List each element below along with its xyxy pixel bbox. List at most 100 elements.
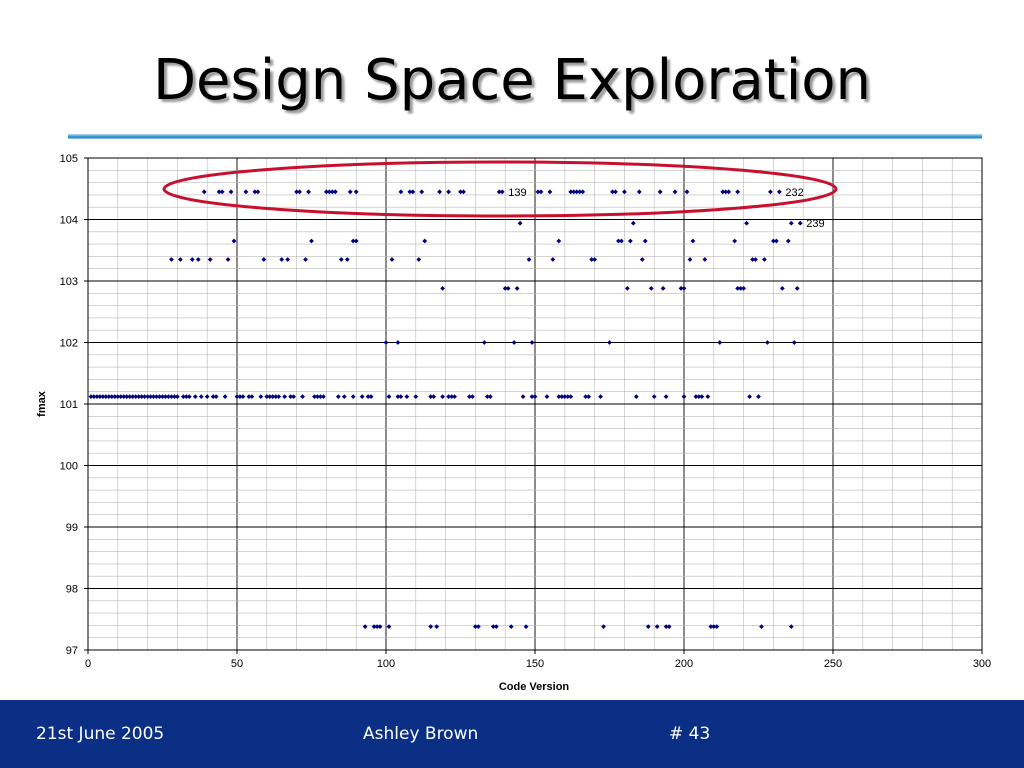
data-point xyxy=(636,189,642,195)
data-point xyxy=(538,189,544,195)
data-point xyxy=(619,238,624,244)
data-point xyxy=(258,394,264,400)
data-point xyxy=(499,189,505,195)
data-point xyxy=(306,189,311,195)
data-point xyxy=(353,238,359,244)
y-tick-label: 97 xyxy=(66,645,78,657)
data-point xyxy=(309,238,314,244)
data-point xyxy=(413,394,419,400)
data-point xyxy=(300,394,305,400)
data-label: 239 xyxy=(806,218,824,230)
data-point xyxy=(419,189,425,195)
data-point xyxy=(207,257,213,262)
data-point xyxy=(687,257,693,262)
data-point xyxy=(547,189,553,195)
data-point xyxy=(398,189,404,195)
data-point xyxy=(201,189,207,195)
data-point xyxy=(362,624,368,630)
y-tick-label: 99 xyxy=(66,522,78,534)
footer-date: 21st June 2005 xyxy=(36,724,165,744)
data-point xyxy=(282,394,288,400)
data-point xyxy=(523,624,529,630)
data-point xyxy=(386,394,392,400)
data-point xyxy=(741,285,746,291)
data-point xyxy=(470,394,475,400)
data-point xyxy=(285,257,291,262)
data-point xyxy=(642,238,648,244)
data-point xyxy=(648,285,654,291)
data-point xyxy=(744,220,749,226)
data-point xyxy=(347,189,353,195)
data-point xyxy=(681,285,687,291)
data-point xyxy=(437,189,443,195)
data-point xyxy=(222,394,228,400)
footer-author: Ashley Brown xyxy=(363,724,479,744)
data-point xyxy=(461,189,466,195)
x-tick-label: 150 xyxy=(526,658,544,670)
y-tick-label: 98 xyxy=(66,584,78,596)
x-tick-label: 100 xyxy=(377,658,395,670)
data-point xyxy=(204,394,210,400)
data-point xyxy=(666,624,672,630)
data-point xyxy=(586,394,592,400)
data-point xyxy=(735,189,741,195)
title-underline xyxy=(68,134,982,139)
data-point xyxy=(511,340,517,345)
data-point xyxy=(338,257,344,262)
footer-bar: 21st June 2005 Ashley Brown # 43 xyxy=(0,700,1024,768)
data-point xyxy=(788,220,794,226)
data-point xyxy=(353,189,359,195)
data-point xyxy=(517,220,523,226)
data-point xyxy=(768,189,773,195)
data-point xyxy=(714,624,720,630)
data-point xyxy=(368,394,374,400)
data-point xyxy=(762,257,767,262)
data-point xyxy=(607,340,612,345)
data-point xyxy=(759,624,764,630)
data-point xyxy=(279,257,285,262)
y-tick-label: 100 xyxy=(60,461,78,473)
data-point xyxy=(297,189,302,195)
data-point xyxy=(332,189,338,195)
data-point xyxy=(773,238,779,244)
data-point xyxy=(645,624,651,630)
y-tick-label: 102 xyxy=(60,338,78,350)
data-point xyxy=(797,220,803,226)
data-point xyxy=(416,257,422,262)
data-point xyxy=(788,624,794,630)
data-point xyxy=(303,257,308,262)
data-point xyxy=(321,394,326,400)
y-tick-label: 101 xyxy=(60,399,78,411)
data-point xyxy=(702,257,708,262)
data-point xyxy=(434,624,440,630)
data-point xyxy=(657,189,663,195)
data-point xyxy=(690,238,696,244)
x-tick-label: 250 xyxy=(824,658,842,670)
data-point xyxy=(651,394,657,400)
slide-title: Design Space Exploration xyxy=(152,48,872,113)
data-point xyxy=(395,340,401,345)
data-point xyxy=(481,340,487,345)
data-point xyxy=(601,624,606,630)
x-axis-label: Code Version xyxy=(499,681,570,693)
data-point xyxy=(785,238,791,244)
data-point xyxy=(508,624,514,630)
data-point xyxy=(389,257,395,262)
x-tick-label: 200 xyxy=(675,658,693,670)
data-point xyxy=(598,394,603,400)
data-point xyxy=(431,394,437,400)
x-tick-label: 300 xyxy=(973,658,991,670)
data-point xyxy=(177,257,183,262)
data-point xyxy=(228,189,234,195)
data-point xyxy=(672,189,678,195)
data-point xyxy=(753,257,758,262)
data-label: 232 xyxy=(785,187,803,199)
data-point xyxy=(428,624,434,630)
data-point xyxy=(440,394,446,400)
data-point xyxy=(493,624,499,630)
data-point xyxy=(580,189,586,195)
data-point xyxy=(249,394,255,400)
y-tick-label: 104 xyxy=(60,215,78,227)
data-point xyxy=(747,394,752,400)
data-point xyxy=(705,394,711,400)
